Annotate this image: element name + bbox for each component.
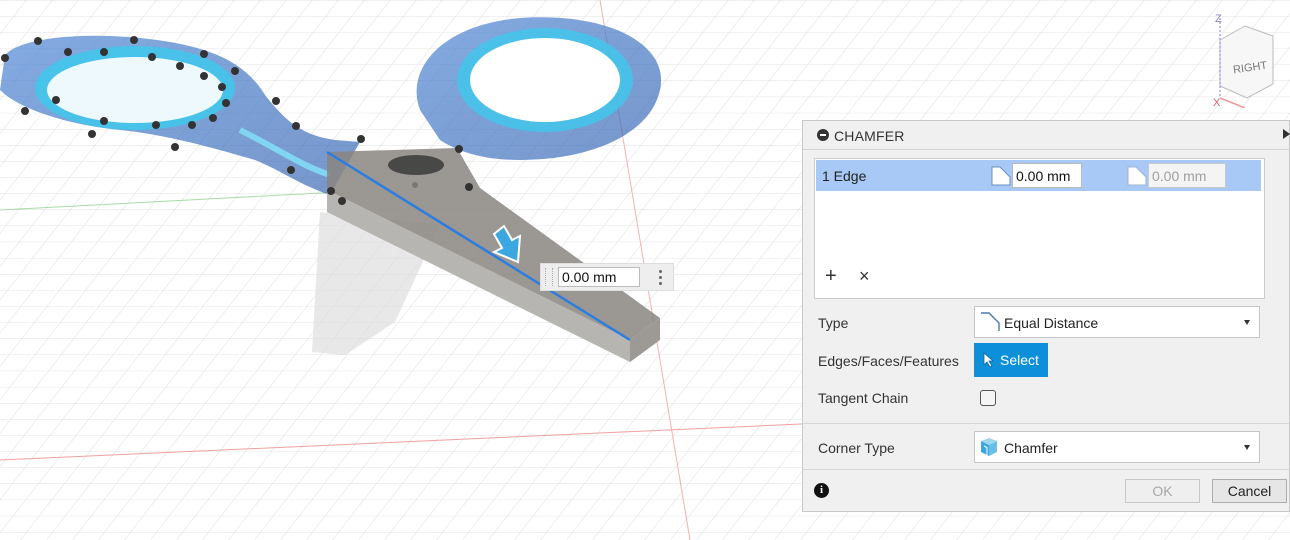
view-cube[interactable]: Z X RIGHT <box>1205 8 1290 109</box>
dialog-header[interactable]: CHAMFER <box>803 121 1290 150</box>
dialog-title: CHAMFER <box>834 128 905 144</box>
corner-type-value: Chamfer <box>1004 440 1058 456</box>
chamfer-distance-2-icon <box>1127 166 1147 186</box>
add-selection-icon[interactable]: + <box>825 266 837 286</box>
chamfer-corner-icon <box>981 438 997 456</box>
collapse-arrow-icon[interactable] <box>1283 129 1290 139</box>
equal-distance-icon <box>981 312 1000 331</box>
minus-circle-icon[interactable] <box>817 129 829 141</box>
type-label: Type <box>818 315 849 331</box>
selection-list[interactable]: 1 Edge 0.00 mm 0.00 mm + × <box>814 158 1265 299</box>
distance-2-input: 0.00 mm <box>1148 163 1226 188</box>
handle-ring-front-hole <box>47 57 223 123</box>
distance-manipulator-box[interactable] <box>540 263 674 291</box>
chevron-down-icon <box>1244 445 1250 450</box>
drag-grip-icon[interactable] <box>545 268 553 286</box>
selection-row[interactable]: 1 Edge 0.00 mm 0.00 mm <box>816 160 1261 191</box>
edges-label: Edges/Faces/Features <box>818 353 959 369</box>
type-dropdown[interactable]: Equal Distance <box>974 306 1260 338</box>
select-button-label: Select <box>1000 352 1039 368</box>
selection-row-label: 1 Edge <box>822 168 867 184</box>
divider <box>803 423 1289 424</box>
cursor-arrow-icon <box>983 352 995 368</box>
type-value: Equal Distance <box>1004 315 1099 331</box>
corner-type-dropdown[interactable]: Chamfer <box>974 431 1260 463</box>
select-edges-button[interactable]: Select <box>974 343 1048 377</box>
divider <box>803 469 1289 470</box>
distance-input[interactable]: 0.00 mm <box>1012 163 1082 188</box>
cancel-button[interactable]: Cancel <box>1212 479 1287 503</box>
ok-button[interactable]: OK <box>1125 479 1200 503</box>
x-axis-indicator <box>1219 97 1246 109</box>
info-icon[interactable]: i <box>814 483 829 498</box>
remove-selection-icon[interactable]: × <box>859 267 870 285</box>
distance-manipulator-input[interactable] <box>558 267 640 287</box>
more-options-icon[interactable] <box>656 268 664 288</box>
corner-type-label: Corner Type <box>818 440 895 456</box>
tangent-chain-label: Tangent Chain <box>818 390 909 406</box>
chamfer-dialog: CHAMFER 1 Edge 0.00 mm 0.00 mm + × Type … <box>802 120 1290 512</box>
pivot-hole <box>388 155 444 175</box>
chevron-down-icon <box>1244 320 1250 325</box>
chamfer-distance-icon <box>991 166 1011 186</box>
tangent-chain-checkbox[interactable] <box>980 390 996 406</box>
x-axis-label: X <box>1213 97 1221 108</box>
handle-ring-top-hole <box>470 38 620 122</box>
z-axis-label: Z <box>1215 13 1222 25</box>
